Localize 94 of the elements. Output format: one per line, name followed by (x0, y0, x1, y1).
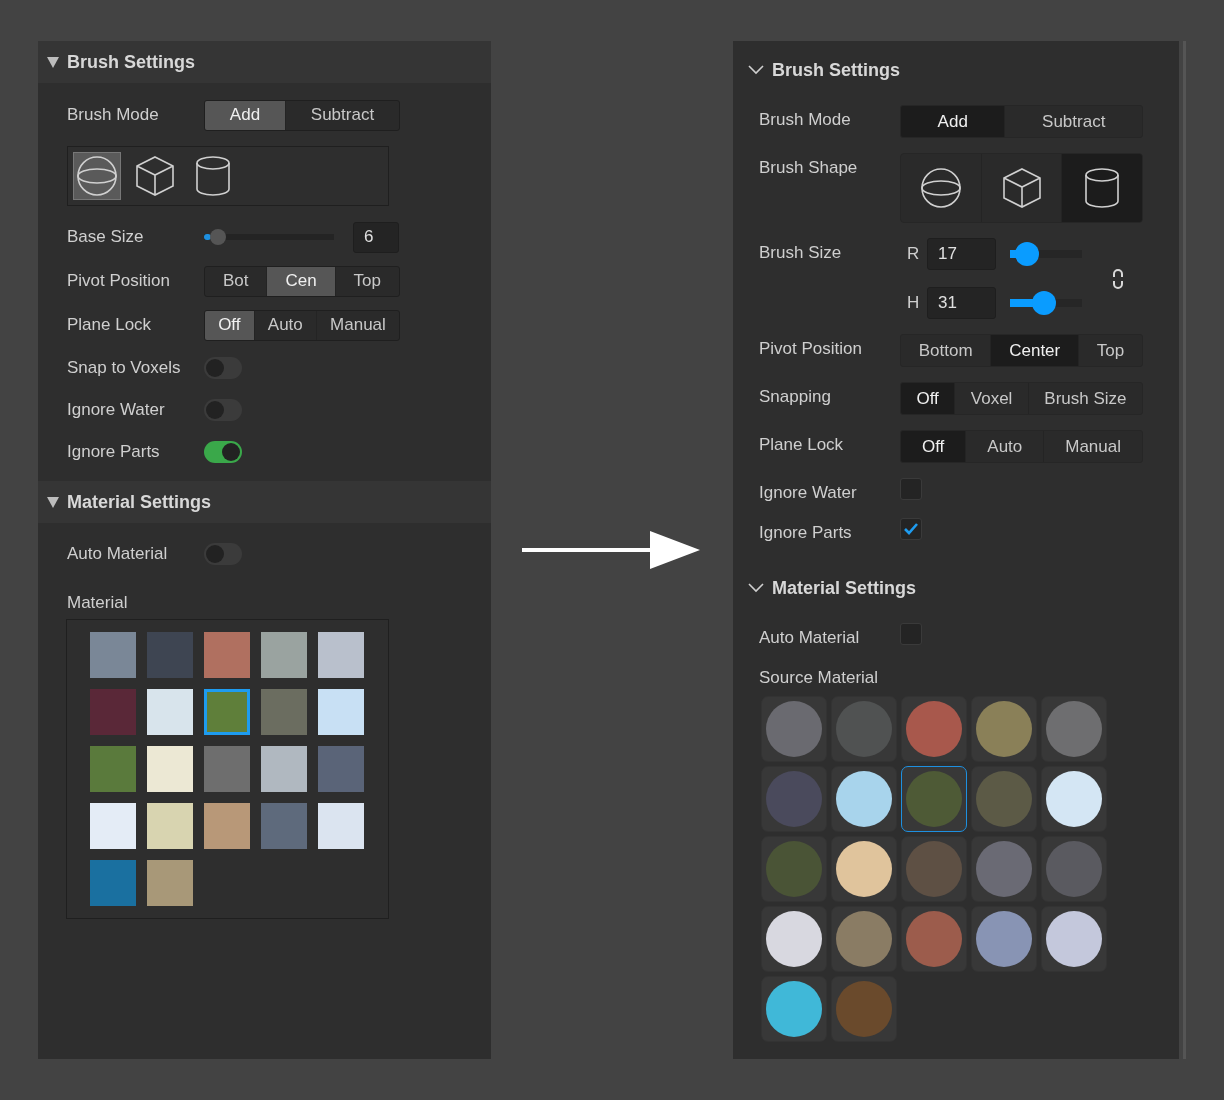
section-title[interactable]: Material Settings (67, 491, 212, 513)
material-swatch[interactable] (90, 632, 136, 678)
material-swatch[interactable] (90, 803, 136, 849)
material-swatch[interactable] (261, 803, 307, 849)
value-field[interactable]: 6 (353, 221, 399, 253)
material-swatch[interactable] (261, 632, 307, 678)
value-field[interactable]: 31 (927, 287, 996, 319)
field-label: Ignore Water (759, 482, 858, 503)
material-swatch[interactable] (204, 632, 250, 678)
slider-thumb[interactable] (1031, 291, 1056, 315)
material-swatch[interactable] (318, 632, 364, 678)
segment-option[interactable]: Bot (205, 266, 267, 296)
field-label: Ignore Parts (67, 442, 161, 462)
cylinder-icon (1084, 167, 1121, 209)
segment-option[interactable]: Manual (315, 310, 399, 340)
triangle-icon[interactable] (47, 56, 59, 68)
material-swatch[interactable] (318, 689, 364, 735)
material-swatch[interactable] (204, 746, 250, 792)
cube-icon (1001, 167, 1042, 209)
field-label: Material (67, 593, 129, 613)
material-swatch[interactable] (147, 632, 193, 678)
field-label: Plane Lock (759, 434, 845, 455)
material-swatch[interactable] (147, 803, 193, 849)
material-swatch[interactable] (318, 803, 364, 849)
toggle-switch[interactable] (204, 357, 242, 379)
field-label: Auto Material (759, 627, 861, 648)
field-label: Brush Shape (759, 157, 859, 178)
shape-option[interactable] (73, 152, 121, 200)
checkbox[interactable] (900, 518, 922, 540)
segment-option[interactable]: Auto (965, 431, 1044, 462)
section-title[interactable]: Brush Settings (772, 59, 900, 81)
material-swatch[interactable] (90, 860, 136, 906)
sphere-icon (76, 155, 118, 197)
segment-option[interactable]: Brush Size (1027, 383, 1142, 414)
slider-thumb[interactable] (1014, 242, 1039, 266)
segment-option[interactable]: Manual (1043, 431, 1142, 462)
material-swatch[interactable] (204, 689, 250, 735)
segment-option[interactable]: Bottom (901, 335, 991, 366)
field-label: Pivot Position (67, 271, 171, 291)
field-label: Source Material (759, 667, 880, 688)
segment-option[interactable]: Add (205, 100, 285, 130)
segment-option[interactable]: Center (990, 335, 1078, 366)
section-title[interactable]: Material Settings (772, 577, 917, 599)
field-label: Snapping (759, 386, 832, 407)
material-swatch[interactable] (90, 689, 136, 735)
segment-option[interactable]: Add (901, 106, 1005, 137)
axis-label: R (907, 244, 921, 264)
section-header[interactable]: Material Settings (38, 481, 491, 523)
section-header[interactable]: Brush Settings (38, 41, 491, 83)
material-swatch[interactable] (90, 746, 136, 792)
triangle-icon[interactable] (47, 496, 59, 508)
field-label: Snap to Voxels (67, 358, 182, 378)
arrow-icon (522, 531, 700, 569)
toggle-switch[interactable] (204, 441, 242, 463)
segment-option[interactable]: Off (901, 431, 966, 462)
shape-option[interactable] (1061, 154, 1142, 222)
chevron-icon[interactable] (748, 65, 764, 75)
field-label: Ignore Water (67, 400, 166, 420)
material-swatch[interactable] (204, 803, 250, 849)
segment-option[interactable]: Voxel (954, 383, 1028, 414)
value-field[interactable]: 17 (927, 238, 996, 270)
cube-icon (135, 155, 175, 197)
segment-option[interactable]: Subtract (1004, 106, 1142, 137)
segment-option[interactable]: Top (334, 266, 399, 296)
material-swatch[interactable] (261, 746, 307, 792)
field-label: Plane Lock (67, 315, 153, 335)
toggle-switch[interactable] (204, 399, 242, 421)
chevron-icon[interactable] (748, 583, 764, 593)
material-swatch[interactable] (318, 746, 364, 792)
field-label: Pivot Position (759, 338, 863, 359)
link-icon[interactable] (1112, 268, 1124, 289)
slider-thumb[interactable] (209, 229, 226, 245)
section-title[interactable]: Brush Settings (67, 51, 195, 73)
segment-option[interactable]: Off (205, 310, 254, 340)
segment-option[interactable]: Cen (266, 266, 335, 296)
check-icon (903, 522, 919, 536)
field-label: Ignore Parts (759, 522, 853, 543)
segment-option[interactable]: Top (1078, 335, 1142, 366)
cylinder-icon (195, 155, 231, 197)
field-label: Brush Size (759, 242, 843, 263)
segment-option[interactable]: Auto (253, 310, 316, 340)
field-label: Base Size (67, 227, 145, 247)
material-swatch[interactable] (261, 689, 307, 735)
field-label: Brush Mode (759, 109, 852, 130)
material-swatch[interactable] (147, 746, 193, 792)
sphere-icon (919, 167, 962, 209)
field-label: Auto Material (67, 544, 169, 564)
field-label: Brush Mode (67, 105, 160, 125)
material-swatch[interactable] (147, 860, 193, 906)
material-swatch[interactable] (147, 689, 193, 735)
toggle-switch[interactable] (204, 543, 242, 565)
axis-label: H (907, 293, 921, 313)
segment-option[interactable]: Off (901, 383, 955, 414)
segment-option[interactable]: Subtract (284, 100, 399, 130)
